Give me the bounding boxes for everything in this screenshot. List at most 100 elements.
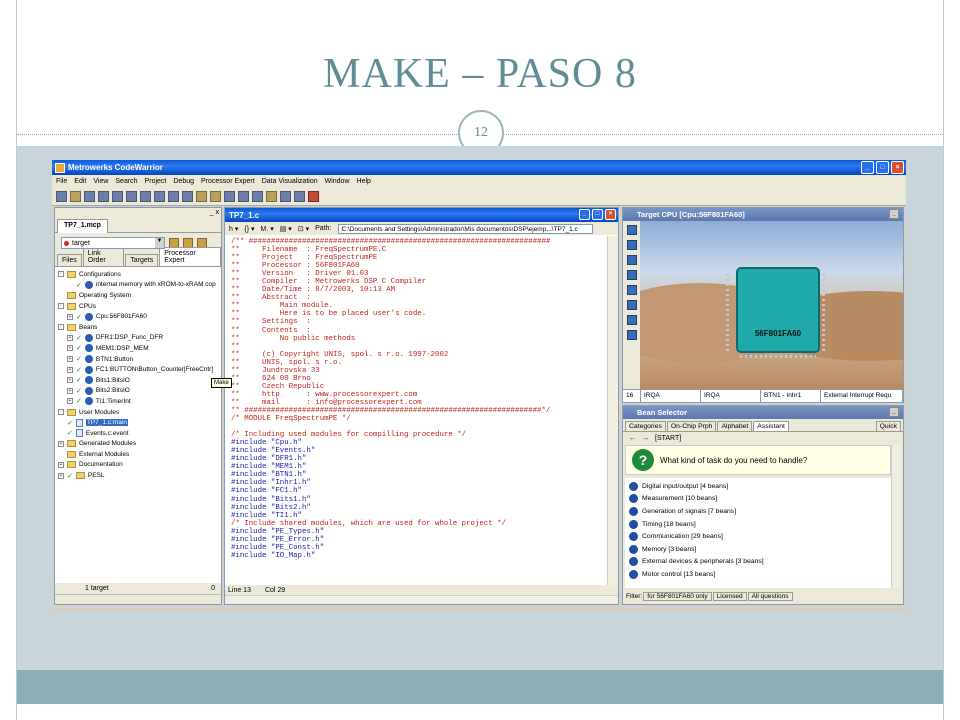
menu-file[interactable]: File [56, 178, 67, 185]
paste-icon[interactable] [168, 191, 179, 202]
tree-item[interactable]: External Modules [58, 449, 218, 460]
maximize-button[interactable]: □ [876, 161, 889, 174]
bean-selector-icon[interactable] [280, 191, 291, 202]
enabled-check-icon[interactable]: ✓ [76, 281, 82, 289]
project-hscrollbar[interactable] [55, 594, 221, 604]
answer-item[interactable]: Timing [18 beans] [629, 518, 887, 531]
expand-icon[interactable]: + [58, 461, 64, 468]
new-file-icon[interactable] [56, 191, 67, 202]
tree-item[interactable]: + ✓ MEM1:DSP_MEM [58, 343, 218, 354]
tab-link-order[interactable]: Link Order [82, 247, 125, 266]
tab-quick[interactable]: Quick [875, 421, 901, 431]
expand-icon[interactable]: + [67, 398, 73, 405]
enabled-check-icon[interactable]: ✓ [76, 387, 82, 395]
target-cpu-minimize-button[interactable]: _ [889, 209, 899, 219]
menu-project[interactable]: Project [145, 178, 167, 185]
tree-item[interactable]: + ✓ DFR1:DSP_Func_DFR [58, 333, 218, 344]
save-icon[interactable] [84, 191, 95, 202]
tree-item[interactable]: ✓ TP7_1.c:main [58, 417, 218, 428]
tree-item[interactable]: - CPUs [58, 301, 218, 312]
tab-on-chip-prph[interactable]: On-Chip Prph [666, 421, 717, 431]
enabled-check-icon[interactable]: ✓ [76, 397, 82, 405]
zoom-in-icon[interactable] [626, 255, 637, 265]
tree-item[interactable]: + ✓ TI1:TimerInt [58, 396, 218, 407]
forward-arrow-icon[interactable]: → [642, 435, 649, 442]
collapse-icon[interactable]: - [58, 324, 64, 331]
step-icon[interactable] [252, 191, 263, 202]
expand-icon[interactable]: + [67, 356, 73, 363]
generate-code-icon[interactable] [308, 191, 319, 202]
enabled-check-icon[interactable]: ✓ [76, 366, 82, 374]
menu-processor-expert[interactable]: Processor Expert [201, 178, 255, 185]
code-area[interactable]: /** ####################################… [225, 236, 608, 586]
menu-window[interactable]: Window [325, 178, 350, 185]
document-settings-menu[interactable]: ▤ ▾ [280, 225, 292, 233]
expand-icon[interactable]: + [58, 440, 64, 447]
back-arrow-icon[interactable]: ← [629, 435, 636, 442]
cpu-3d-view[interactable]: 56F801FA60 [640, 221, 903, 389]
answer-item[interactable]: Generation of signals [7 beans] [629, 505, 887, 518]
answer-item[interactable]: External devices & peripherals [3 beans] [629, 556, 887, 569]
collapse-icon[interactable]: - [58, 409, 64, 416]
filter-all-questions[interactable]: All questions [747, 591, 793, 601]
tab-categories[interactable]: Categories [625, 421, 666, 431]
grid-icon[interactable] [626, 285, 637, 295]
target-select[interactable]: target ▼ [61, 237, 165, 249]
debug-icon[interactable] [224, 191, 235, 202]
tree-item[interactable]: + ✓ Bits2:BitsIO [58, 386, 218, 397]
enabled-check-icon[interactable]: ✓ [67, 429, 73, 437]
copy-icon[interactable] [154, 191, 165, 202]
enabled-check-icon[interactable]: ✓ [67, 472, 73, 480]
start-link[interactable]: [START] [655, 435, 681, 442]
menu-edit[interactable]: Edit [74, 178, 86, 185]
cpu-chip[interactable]: 56F801FA60 [736, 267, 820, 353]
zoom-out-icon[interactable] [626, 270, 637, 280]
tree-item[interactable]: - Configurations [58, 269, 218, 280]
expand-icon[interactable]: + [67, 313, 73, 320]
open-folder-icon[interactable] [70, 191, 81, 202]
enabled-check-icon[interactable]: ✓ [67, 419, 73, 427]
cut-icon[interactable] [140, 191, 151, 202]
save-all-icon[interactable] [98, 191, 109, 202]
project-tab[interactable]: TP7_1.mcp [57, 219, 108, 233]
tree-item[interactable]: + ✓ BTN1:Button [58, 354, 218, 365]
project-panel-controls[interactable]: _ x [210, 209, 219, 216]
tree-item[interactable]: + ✓ Bits1:BitsIO [58, 375, 218, 386]
page-icon[interactable] [626, 240, 637, 250]
version-control-menu[interactable]: ⊡ ▾ [298, 225, 309, 233]
menu-debug[interactable]: Debug [173, 178, 194, 185]
tree-item[interactable]: + ✓ Cpu:56F801FA60 [58, 311, 218, 322]
expand-icon[interactable]: + [67, 387, 73, 394]
editor-close-button[interactable]: × [605, 209, 616, 220]
chevron-down-icon[interactable]: ▼ [155, 238, 164, 248]
editor-minimize-button[interactable]: _ [579, 209, 590, 220]
answer-item[interactable]: Communication [29 beans] [629, 530, 887, 543]
list-icon[interactable] [626, 315, 637, 325]
editor-hscrollbar[interactable] [225, 595, 618, 604]
tab-alphabet[interactable]: Alphabet [717, 421, 753, 431]
tree-item[interactable]: + Generated Modules [58, 439, 218, 450]
pin-icon[interactable] [626, 300, 637, 310]
collapse-icon[interactable]: - [58, 303, 64, 310]
tree-item[interactable]: + ✓ PESL [58, 470, 218, 481]
header-files-menu[interactable]: h ▾ [229, 225, 238, 233]
enabled-check-icon[interactable]: ✓ [76, 313, 82, 321]
functions-menu[interactable]: {} ▾ [244, 225, 254, 233]
menu-search[interactable]: Search [115, 178, 137, 185]
filter-licensed[interactable]: Licensed [712, 591, 747, 601]
expand-icon[interactable]: + [58, 472, 64, 479]
editor-vscrollbar[interactable] [607, 236, 618, 586]
answer-item[interactable]: Motor control [13 beans] [629, 568, 887, 581]
enabled-check-icon[interactable]: ✓ [76, 355, 82, 363]
run-icon[interactable] [238, 191, 249, 202]
tab-processor-expert[interactable]: Processor Expert [159, 247, 221, 266]
markers-menu[interactable]: M. ▾ [261, 225, 274, 233]
close-button[interactable]: × [891, 161, 904, 174]
make-icon[interactable] [210, 191, 221, 202]
tree-item[interactable]: + Documentation [58, 460, 218, 471]
tab-assistant[interactable]: Assistant [753, 421, 789, 431]
tree-item[interactable]: - User Modules [58, 407, 218, 418]
tree-item[interactable]: Operating System [58, 290, 218, 301]
answer-item[interactable]: Measurement [10 beans] [629, 493, 887, 506]
enabled-check-icon[interactable]: ✓ [76, 344, 82, 352]
